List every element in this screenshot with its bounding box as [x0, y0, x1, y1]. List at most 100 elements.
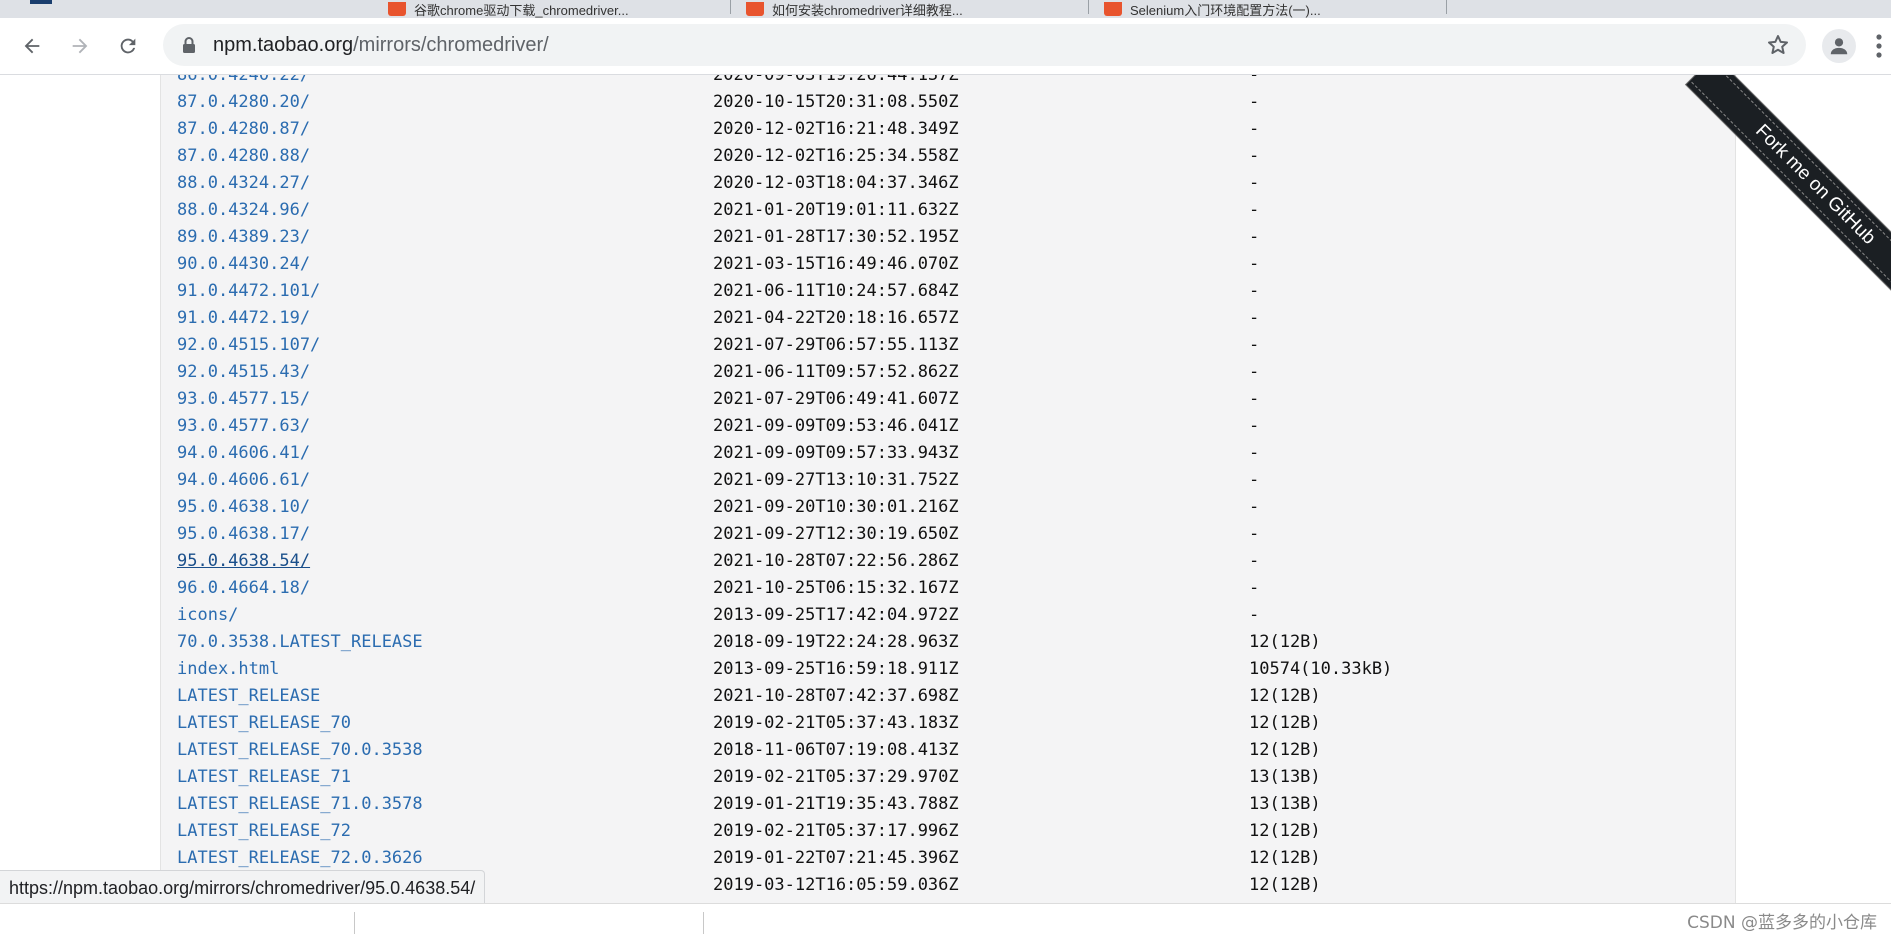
file-link[interactable]: 87.0.4280.87/	[177, 116, 310, 143]
file-link[interactable]: icons/	[177, 602, 238, 629]
file-link[interactable]: 93.0.4577.63/	[177, 413, 310, 440]
file-size: -	[1249, 308, 1260, 328]
profile-button[interactable]	[1822, 29, 1856, 63]
file-link[interactable]: 92.0.4515.107/	[177, 332, 320, 359]
active-tab-indicator	[30, 0, 52, 4]
bottom-separator	[703, 912, 704, 934]
file-size: -	[1249, 200, 1260, 220]
modified-date: 2019-01-21T19:35:43.788Z	[713, 794, 959, 814]
modified-date: 2021-06-11T09:57:52.862Z	[713, 362, 959, 382]
modified-date: 2013-09-25T17:42:04.972Z	[713, 605, 959, 625]
file-link[interactable]: LATEST_RELEASE_71	[177, 764, 351, 791]
modified-date: 2021-06-11T10:24:57.684Z	[713, 281, 959, 301]
file-link[interactable]: 94.0.4606.61/	[177, 467, 310, 494]
file-link[interactable]: 93.0.4577.15/	[177, 386, 310, 413]
table-row: LATEST_RELEASE_72 2019-02-21T05:37:17.996…	[161, 818, 1735, 845]
file-size: -	[1249, 173, 1260, 193]
reload-button[interactable]	[110, 28, 146, 64]
file-link[interactable]: LATEST_RELEASE_72.0.3626	[177, 845, 423, 872]
table-row: 95.0.4638.54/2021-10-28T07:22:56.286Z -	[161, 548, 1735, 575]
table-row: LATEST_RELEASE_70.0.3538 2018-11-06T07:19…	[161, 737, 1735, 764]
file-link[interactable]: 86.0.4240.22/	[177, 75, 310, 89]
lock-icon[interactable]	[181, 36, 197, 54]
table-row: 92.0.4515.107/2021-07-29T06:57:55.113Z -	[161, 332, 1735, 359]
table-row: 90.0.4430.24/2021-03-15T16:49:46.070Z -	[161, 251, 1735, 278]
file-size: -	[1249, 470, 1260, 490]
file-size: 12(12B)	[1249, 740, 1321, 760]
modified-date: 2021-09-20T10:30:01.216Z	[713, 497, 959, 517]
file-size: -	[1249, 443, 1260, 463]
file-link[interactable]: 91.0.4472.101/	[177, 278, 320, 305]
table-row: LATEST_RELEASE 2021-10-28T07:42:37.698Z 12…	[161, 683, 1735, 710]
file-link[interactable]: index.html	[177, 656, 279, 683]
csdn-favicon-icon	[746, 2, 764, 16]
forward-button[interactable]	[62, 28, 98, 64]
star-icon[interactable]	[1766, 33, 1790, 57]
file-size: 12(12B)	[1249, 875, 1321, 895]
file-link[interactable]: 95.0.4638.10/	[177, 494, 310, 521]
file-size: 13(13B)	[1249, 794, 1321, 814]
file-size: 12(12B)	[1249, 686, 1321, 706]
modified-date: 2021-01-20T19:01:11.632Z	[713, 200, 959, 220]
table-row: 89.0.4389.23/2021-01-28T17:30:52.195Z -	[161, 224, 1735, 251]
back-button[interactable]	[14, 28, 50, 64]
file-link[interactable]: LATEST_RELEASE_71.0.3578	[177, 791, 423, 818]
file-link[interactable]: 91.0.4472.19/	[177, 305, 310, 332]
address-bar[interactable]: npm.taobao.org/mirrors/chromedriver/	[163, 24, 1806, 66]
table-row: 96.0.4664.18/2021-10-25T06:15:32.167Z -	[161, 575, 1735, 602]
file-size: -	[1249, 119, 1260, 139]
file-size: 12(12B)	[1249, 848, 1321, 868]
file-link[interactable]: 96.0.4664.18/	[177, 575, 310, 602]
file-size: -	[1249, 416, 1260, 436]
more-vert-icon[interactable]	[1874, 32, 1884, 60]
url-text[interactable]: npm.taobao.org/mirrors/chromedriver/	[213, 24, 549, 66]
table-row: 95.0.4638.10/2021-09-20T10:30:01.216Z -	[161, 494, 1735, 521]
table-row: LATEST_RELEASE_71 2019-02-21T05:37:29.970…	[161, 764, 1735, 791]
modified-date: 2021-09-27T13:10:31.752Z	[713, 470, 959, 490]
file-link[interactable]: 87.0.4280.88/	[177, 143, 310, 170]
browser-tab-2[interactable]: 如何安装chromedriver详细教程...	[746, 0, 1076, 18]
page-content: 86.0.4240.22/2020-09-03T19:26:44.137Z -87…	[0, 75, 1891, 903]
file-link[interactable]: 94.0.4606.41/	[177, 440, 310, 467]
file-size: -	[1249, 92, 1260, 112]
file-link[interactable]: LATEST_RELEASE_72	[177, 818, 351, 845]
file-link[interactable]: 92.0.4515.43/	[177, 359, 310, 386]
file-link[interactable]: 87.0.4280.20/	[177, 89, 310, 116]
bottom-bar: CSDN @蓝多多的小仓库	[0, 903, 1891, 936]
file-size: -	[1249, 578, 1260, 598]
table-row: LATEST_RELEASE_70 2019-02-21T05:37:43.183…	[161, 710, 1735, 737]
table-row: 95.0.4638.17/2021-09-27T12:30:19.650Z -	[161, 521, 1735, 548]
file-link[interactable]: 95.0.4638.54/	[177, 548, 310, 575]
table-row: 70.0.3538.LATEST_RELEASE 2018-09-19T22:24…	[161, 629, 1735, 656]
file-size: 12(12B)	[1249, 713, 1321, 733]
table-row: 92.0.4515.43/2021-06-11T09:57:52.862Z -	[161, 359, 1735, 386]
file-size: 13(13B)	[1249, 767, 1321, 787]
browser-tab-1[interactable]: 谷歌chrome驱动下载_chromedriver...	[388, 0, 718, 18]
file-size: 10574(10.33kB)	[1249, 659, 1393, 679]
file-link[interactable]: LATEST_RELEASE	[177, 683, 320, 710]
file-link[interactable]: LATEST_RELEASE_70	[177, 710, 351, 737]
reload-icon	[120, 38, 136, 54]
file-size: -	[1249, 254, 1260, 274]
file-link[interactable]: 88.0.4324.96/	[177, 197, 310, 224]
table-row: 87.0.4280.87/2020-12-02T16:21:48.349Z -	[161, 116, 1735, 143]
table-row: 87.0.4280.88/2020-12-02T16:25:34.558Z -	[161, 143, 1735, 170]
modified-date: 2021-03-15T16:49:46.070Z	[713, 254, 959, 274]
table-row: 94.0.4606.41/2021-09-09T09:57:33.943Z -	[161, 440, 1735, 467]
modified-date: 2021-04-22T20:18:16.657Z	[713, 308, 959, 328]
file-link[interactable]: 88.0.4324.27/	[177, 170, 310, 197]
table-row: 94.0.4606.61/2021-09-27T13:10:31.752Z -	[161, 467, 1735, 494]
file-link[interactable]: 70.0.3538.LATEST_RELEASE	[177, 629, 423, 656]
csdn-favicon-icon	[388, 2, 406, 16]
file-link[interactable]: LATEST_RELEASE_70.0.3538	[177, 737, 423, 764]
file-link[interactable]: 95.0.4638.17/	[177, 521, 310, 548]
csdn-favicon-icon	[1104, 2, 1122, 16]
file-link[interactable]: 90.0.4430.24/	[177, 251, 310, 278]
file-size: -	[1249, 497, 1260, 517]
modified-date: 2021-07-29T06:57:55.113Z	[713, 335, 959, 355]
browser-tab-3[interactable]: Selenium入门环境配置方法(一)...	[1104, 0, 1434, 18]
directory-listing: 86.0.4240.22/2020-09-03T19:26:44.137Z -87…	[160, 75, 1736, 903]
file-link[interactable]: 89.0.4389.23/	[177, 224, 310, 251]
modified-date: 2021-09-09T09:57:33.943Z	[713, 443, 959, 463]
modified-date: 2020-09-03T19:26:44.137Z	[713, 75, 959, 85]
